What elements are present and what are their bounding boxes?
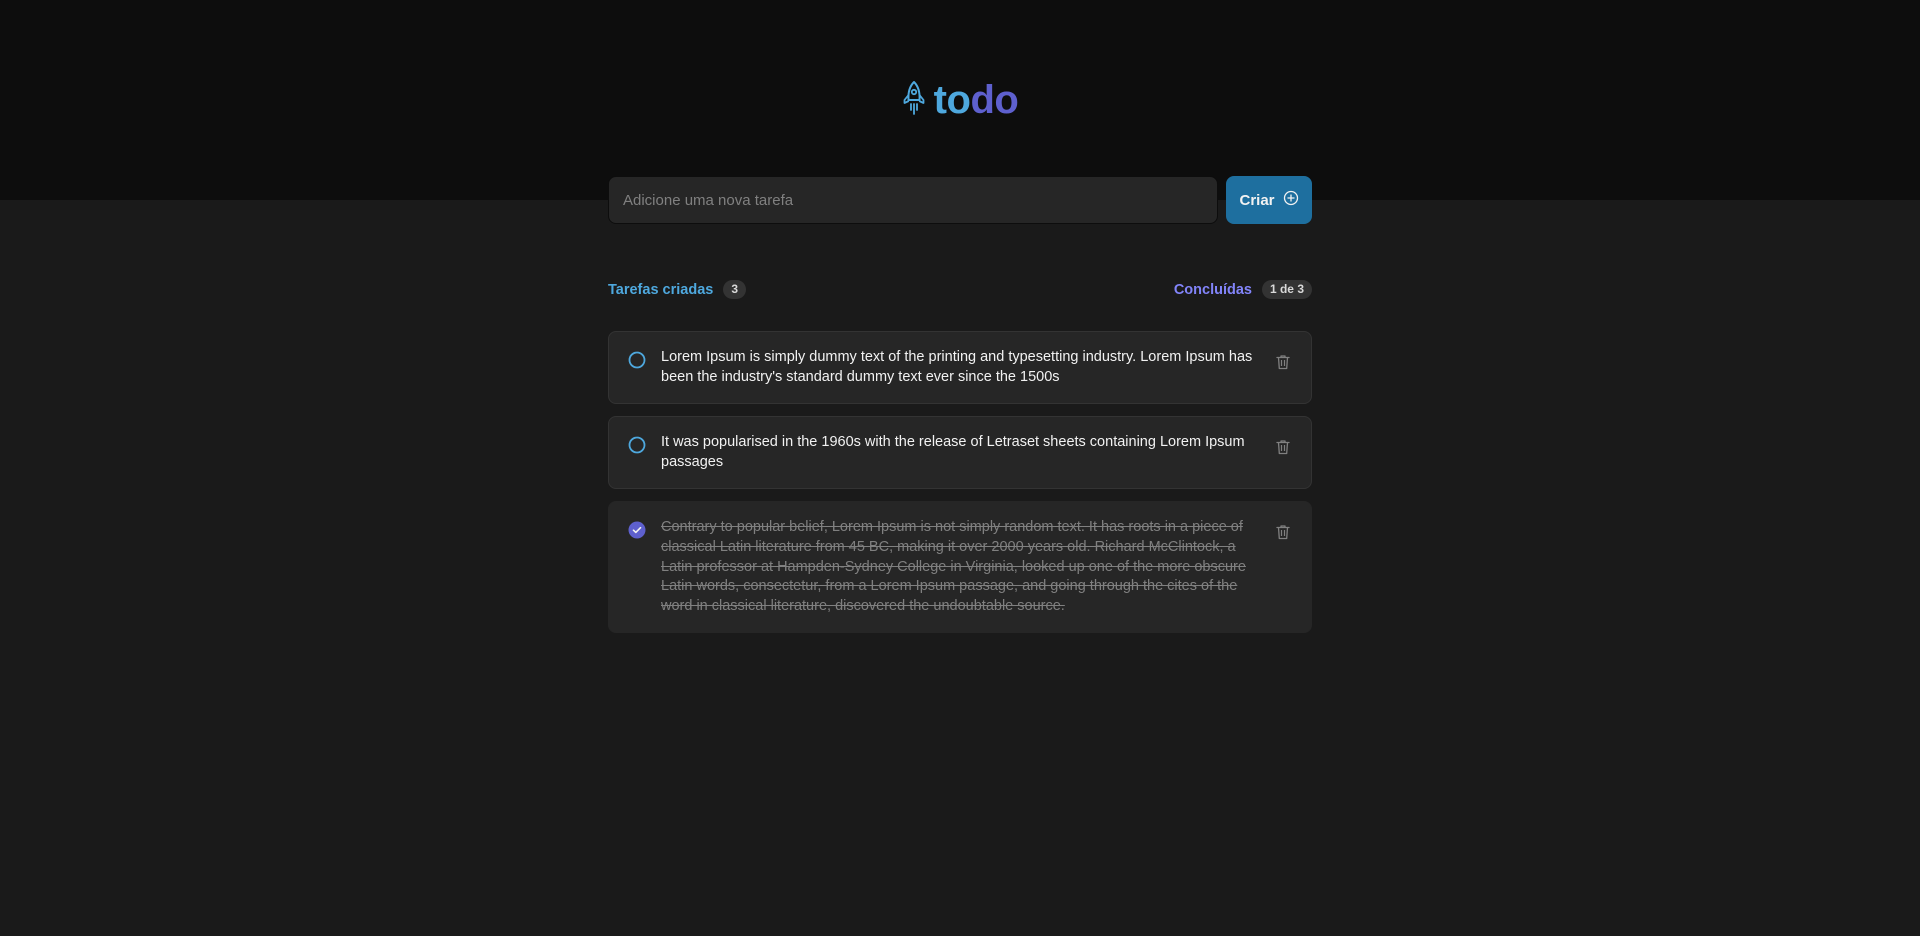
- circle-outline-icon[interactable]: [625, 348, 649, 372]
- check-circle-icon[interactable]: [625, 518, 649, 542]
- task-text: Contrary to popular belief, Lorem Ipsum …: [661, 519, 1246, 614]
- done-counter: Concluídas 1 de 3: [1174, 280, 1312, 299]
- create-button-label: Criar: [1239, 191, 1275, 209]
- trash-icon[interactable]: [1271, 350, 1295, 374]
- logo-text-part2: do: [970, 78, 1019, 122]
- app-logo: todo: [0, 76, 1920, 124]
- created-counter: Tarefas criadas 3: [608, 280, 747, 299]
- task-counters: Tarefas criadas 3 Concluídas 1 de 3: [608, 280, 1312, 299]
- done-count-badge: 1 de 3: [1261, 280, 1312, 299]
- task-list: Lorem Ipsum is simply dummy text of the …: [608, 331, 1312, 634]
- task-item: It was popularised in the 1960s with the…: [608, 416, 1312, 490]
- new-task-form: Criar: [608, 176, 1312, 224]
- plus-circle-icon: [1283, 190, 1299, 210]
- task-item-done: Contrary to popular belief, Lorem Ipsum …: [608, 501, 1312, 634]
- created-count-badge: 3: [723, 280, 747, 299]
- done-label: Concluídas: [1173, 281, 1252, 298]
- create-button[interactable]: Criar: [1226, 176, 1312, 224]
- task-text: Lorem Ipsum is simply dummy text of the …: [661, 349, 1253, 385]
- task-item: Lorem Ipsum is simply dummy text of the …: [608, 331, 1312, 405]
- logo-text: todo: [934, 76, 1019, 124]
- created-label: Tarefas criadas: [608, 281, 714, 298]
- rocket-icon: [902, 80, 926, 121]
- circle-outline-icon[interactable]: [625, 433, 649, 457]
- trash-icon[interactable]: [1271, 435, 1295, 459]
- task-text: It was popularised in the 1960s with the…: [661, 434, 1245, 470]
- new-task-input[interactable]: [608, 176, 1218, 224]
- trash-icon[interactable]: [1271, 520, 1295, 544]
- logo-text-part1: to: [933, 78, 971, 122]
